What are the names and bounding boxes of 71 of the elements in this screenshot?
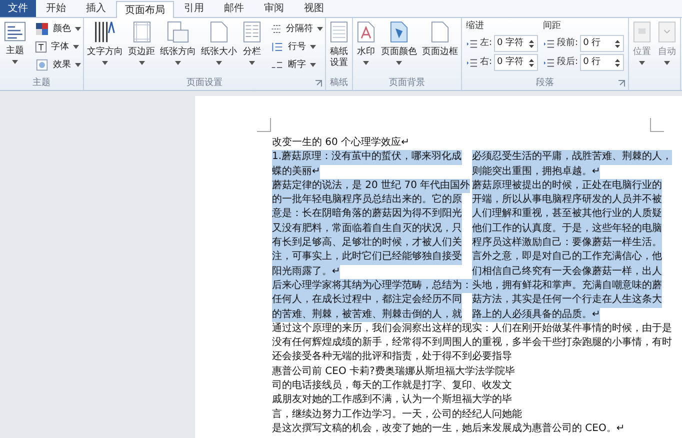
- orientation-icon: [166, 20, 190, 44]
- indent-icon: [466, 56, 478, 68]
- fonts-icon: [35, 41, 47, 53]
- document-line: 没有任何辉煌成绩的新手，经常得不到周围人的重视，多半会干些打杂跑腿的小事情，有时: [272, 336, 672, 350]
- ribbon-tab[interactable]: 引用: [174, 0, 214, 17]
- breaks-icon: [270, 23, 282, 35]
- ribbon-button[interactable]: 主题: [2, 18, 28, 76]
- field-label: 段前:: [557, 38, 578, 49]
- ribbon-button[interactable]: 页面边框: [421, 18, 459, 76]
- field-label: 左:: [480, 38, 492, 49]
- watermark-icon: [356, 20, 376, 44]
- ribbon-button[interactable]: 纸张大小: [200, 18, 238, 76]
- document-line: 是这次撰写文稿的机会，改变了她的一生，她后来发展成为惠普公司的 CEO。↵: [272, 422, 625, 436]
- dialog-launcher-icon[interactable]: [315, 80, 322, 87]
- page-size-icon: [209, 20, 229, 44]
- indent-icon: [543, 38, 556, 50]
- document-line: 通过这个原理的来历，我们会洞察出这样的现实：人们在刚开始做某件事情的时候，由于是: [272, 322, 672, 336]
- ribbon-tab[interactable]: 页面布局: [116, 1, 174, 18]
- dialog-launcher-icon[interactable]: [618, 80, 626, 87]
- group-label: 主题: [32, 78, 50, 88]
- ribbon-small-button[interactable]: 断字: [270, 56, 323, 74]
- ribbon-button[interactable]: 纸张方向: [159, 18, 197, 76]
- section-heading: 缩进: [466, 20, 484, 33]
- document-line: 言，继续边努力工作边学习。一天，公司的经纪人问她能: [272, 408, 522, 422]
- group-label: 页面设置: [186, 78, 222, 88]
- group-label: 段落: [536, 78, 554, 88]
- field-label: 右:: [480, 57, 492, 68]
- ribbon-tab[interactable]: 审阅: [254, 0, 294, 17]
- text-direction-icon: [93, 20, 117, 44]
- ribbon-small-button[interactable]: 效果: [35, 56, 81, 74]
- ribbon-tab[interactable]: 插入: [76, 0, 116, 17]
- ribbon-tab[interactable]: 邮件: [214, 0, 254, 17]
- theme-icon: [3, 20, 27, 43]
- ribbon-small-button[interactable]: 分隔符: [270, 20, 323, 38]
- ribbon-tab[interactable]: 文件: [0, 0, 36, 17]
- spin-field[interactable]: 0 行: [580, 54, 624, 71]
- spinner-icon[interactable]: [528, 38, 536, 50]
- document-line: 还会接受各种无端的批评和指责，处于得不到必要指导: [272, 350, 512, 364]
- ribbon-button[interactable]: 水印: [355, 18, 377, 76]
- ribbon-button[interactable]: 文字方向: [86, 18, 124, 76]
- ribbon-small-button[interactable]: 颜色: [35, 20, 81, 38]
- spinner-icon[interactable]: [614, 38, 622, 50]
- line-numbers-icon: [270, 40, 284, 54]
- ribbon-button[interactable]: 页边距: [127, 18, 156, 76]
- ribbon-button[interactable]: 分栏: [241, 18, 263, 76]
- spinner-icon[interactable]: [528, 56, 536, 68]
- document-line: 惠普公司前 CEO 卡莉?费奥瑞娜从斯坦福大学法学院毕: [272, 364, 515, 379]
- group-label: 稿纸: [330, 78, 348, 88]
- ribbon-tab[interactable]: 开始: [36, 0, 76, 17]
- ribbon-tab[interactable]: 视图: [294, 0, 334, 17]
- ribbon-button[interactable]: 稿纸设置: [328, 18, 350, 76]
- indent-icon: [466, 38, 478, 50]
- document-line: 司的电话接线员，每天的工作就是打字、复印、收发文: [272, 379, 512, 394]
- ribbon-small-button[interactable]: 字体: [35, 38, 81, 56]
- indent-icon: [543, 56, 556, 68]
- section-heading: 间距: [543, 20, 562, 33]
- document-title: 改变一生的 60 个心理学效应↵: [272, 136, 410, 150]
- effects-icon: [35, 58, 49, 72]
- spin-field[interactable]: 0 字符: [494, 35, 538, 52]
- ribbon-small-button[interactable]: 行号: [270, 38, 323, 56]
- spin-field[interactable]: 0 字符: [494, 54, 538, 71]
- field-label: 段后:: [557, 57, 578, 68]
- group-label: 页面背景: [389, 78, 425, 88]
- colors-icon: [35, 22, 49, 36]
- document-line: 戚朋友对她的工作感到不满，认为一个斯坦福大学的毕: [272, 393, 512, 408]
- ribbon-button[interactable]: 页面颜色: [380, 18, 418, 76]
- page-border-icon: [430, 20, 450, 44]
- page-color-icon: [389, 20, 409, 44]
- columns-icon: [242, 20, 262, 44]
- spinner-icon[interactable]: [614, 56, 622, 68]
- spin-field[interactable]: 0 行: [580, 35, 624, 52]
